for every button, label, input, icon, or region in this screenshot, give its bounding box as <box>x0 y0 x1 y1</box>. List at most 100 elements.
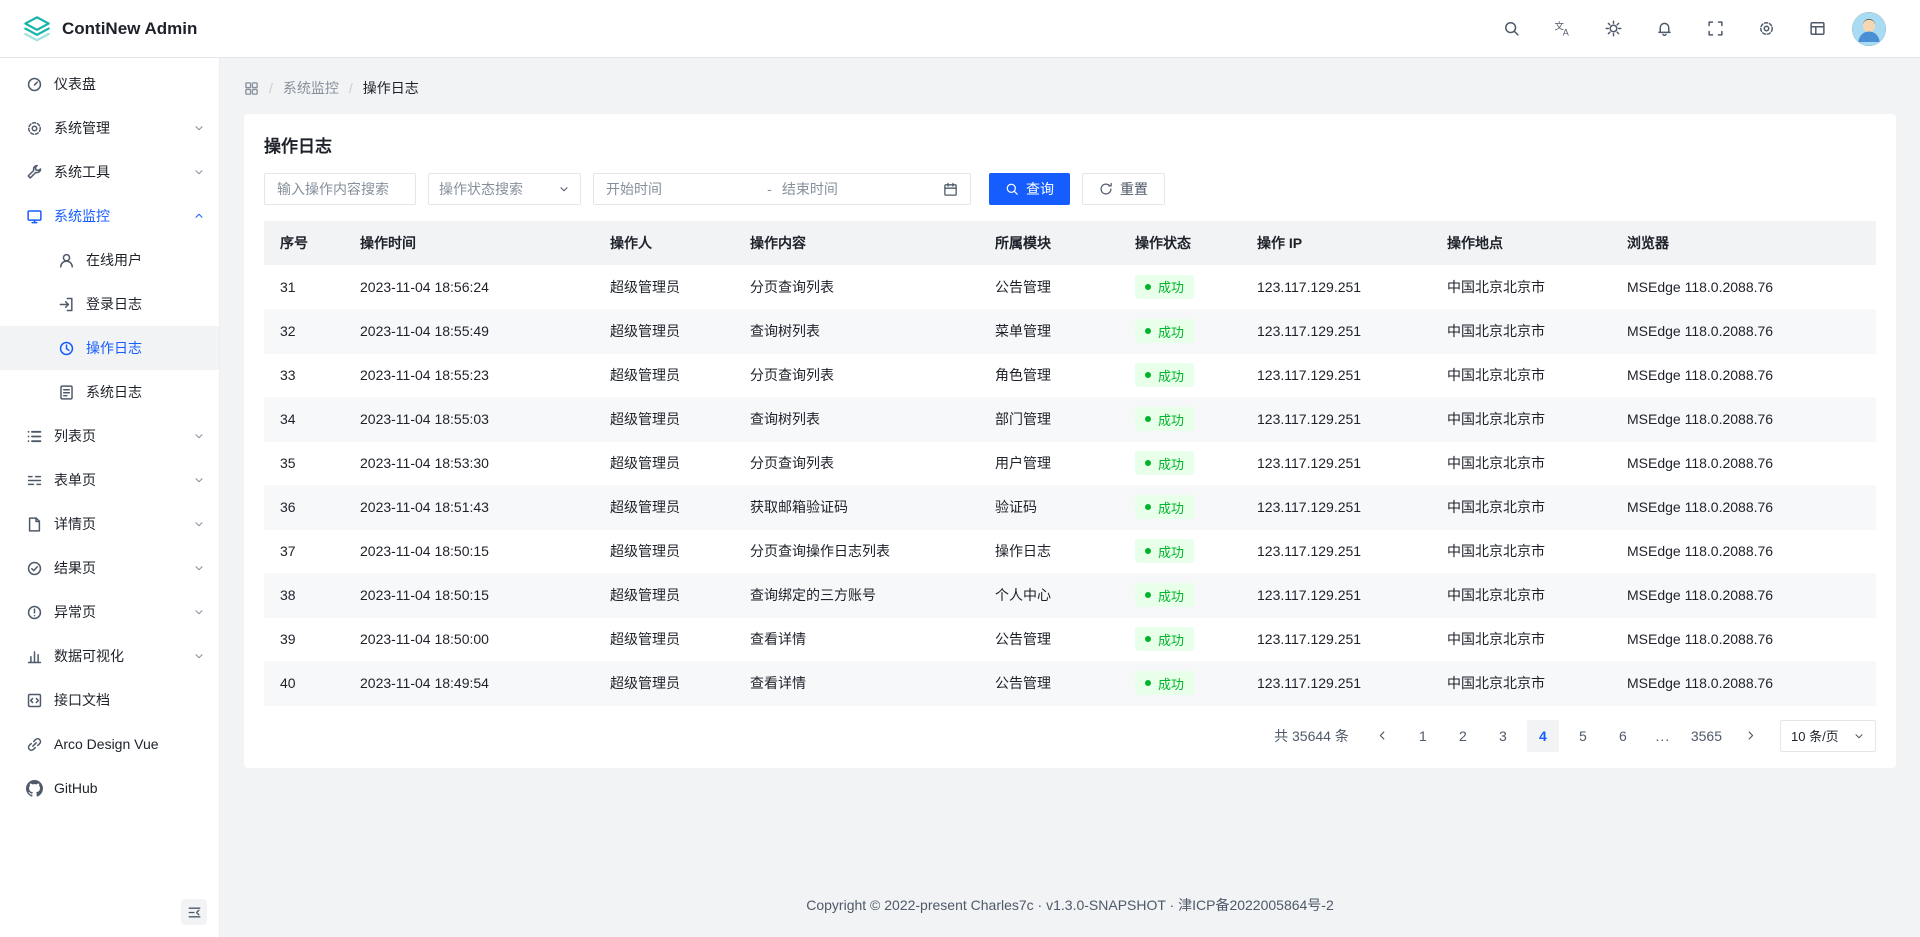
cell: 40 <box>264 661 344 705</box>
header-right: 文A <box>1496 12 1886 46</box>
cell: 查询绑定的三方账号 <box>734 573 979 617</box>
brand[interactable]: ContiNew Admin <box>22 14 197 44</box>
filter-bar: 操作状态搜索 开始时间 - 结束时间 查询 <box>264 173 1876 205</box>
sidebar-item-system-monitor[interactable]: 系统监控 <box>0 194 219 238</box>
gear-icon <box>1758 20 1775 37</box>
sidebar-item-online-users[interactable]: 在线用户 <box>0 238 219 282</box>
detail-icon <box>26 516 43 533</box>
page-button-3[interactable]: 3 <box>1487 720 1519 752</box>
breadcrumb-items: /系统监控/操作日志 <box>269 78 419 98</box>
cell: 32 <box>264 309 344 353</box>
sidebar-item-system-logs[interactable]: 系统日志 <box>0 370 219 414</box>
search-button[interactable] <box>1496 14 1526 44</box>
column-header: 操作时间 <box>344 221 594 265</box>
sidebar-item-label: 操作日志 <box>86 338 205 358</box>
reset-button[interactable]: 重置 <box>1082 173 1165 205</box>
cell: MSEdge 118.0.2088.76 <box>1611 353 1876 397</box>
theme-button[interactable] <box>1598 14 1628 44</box>
sidebar-item-label: Arco Design Vue <box>54 736 205 752</box>
query-button[interactable]: 查询 <box>989 173 1070 205</box>
cell: 2023-11-04 18:53:30 <box>344 441 594 485</box>
fullscreen-button[interactable] <box>1700 14 1730 44</box>
sidebar-item-arco-design-vue[interactable]: Arco Design Vue <box>0 722 219 766</box>
sidebar-item-list-pages[interactable]: 列表页 <box>0 414 219 458</box>
cell: 123.117.129.251 <box>1241 397 1431 441</box>
sidebar-item-dashboard[interactable]: 仪表盘 <box>0 62 219 106</box>
settings-button[interactable] <box>1751 14 1781 44</box>
monitor-icon <box>26 208 43 225</box>
cell: 超级管理员 <box>594 309 734 353</box>
sidebar-item-login-logs[interactable]: 登录日志 <box>0 282 219 326</box>
translate-button[interactable]: 文A <box>1547 14 1577 44</box>
pagination: 共 35644 条 123456...3565 10 条/页 <box>264 720 1876 752</box>
sidebar-item-api-docs[interactable]: 接口文档 <box>0 678 219 722</box>
cell: 123.117.129.251 <box>1241 617 1431 661</box>
operation-log-table: 序号操作时间操作人操作内容所属模块操作状态操作 IP操作地点浏览器 312023… <box>264 221 1876 706</box>
sidebar-item-result-pages[interactable]: 结果页 <box>0 546 219 590</box>
list-icon <box>26 428 43 445</box>
page-button-3565[interactable]: 3565 <box>1687 720 1726 752</box>
cell: 超级管理员 <box>594 485 734 529</box>
column-header: 操作内容 <box>734 221 979 265</box>
layout-button[interactable] <box>1802 14 1832 44</box>
body: 仪表盘系统管理系统工具系统监控在线用户登录日志操作日志系统日志列表页表单页详情页… <box>0 58 1920 937</box>
sidebar-item-data-visualization[interactable]: 数据可视化 <box>0 634 219 678</box>
translate-icon: 文A <box>1554 20 1571 37</box>
prev-page-button[interactable] <box>1367 720 1399 752</box>
date-range-picker[interactable]: 开始时间 - 结束时间 <box>593 173 971 205</box>
spacer <box>220 768 1920 882</box>
table-header-row: 序号操作时间操作人操作内容所属模块操作状态操作 IP操作地点浏览器 <box>264 221 1876 265</box>
status-badge: 成功 <box>1135 583 1194 607</box>
sidebar-item-detail-pages[interactable]: 详情页 <box>0 502 219 546</box>
page-button-2[interactable]: 2 <box>1447 720 1479 752</box>
cell: 部门管理 <box>979 397 1119 441</box>
page-title: 操作日志 <box>264 132 1876 157</box>
page-size-label: 10 条/页 <box>1791 726 1839 745</box>
notifications-button[interactable] <box>1649 14 1679 44</box>
sidebar-item-form-pages[interactable]: 表单页 <box>0 458 219 502</box>
next-page-button[interactable] <box>1734 720 1766 752</box>
chevron-down-icon <box>193 474 205 486</box>
cell: 2023-11-04 18:50:15 <box>344 573 594 617</box>
page-button-6[interactable]: 6 <box>1607 720 1639 752</box>
cell: 35 <box>264 441 344 485</box>
cell-status: 成功 <box>1119 397 1241 441</box>
cell: 验证码 <box>979 485 1119 529</box>
breadcrumb-item[interactable]: 操作日志 <box>363 78 419 98</box>
sidebar-item-label: 系统日志 <box>86 382 205 402</box>
page-button-5[interactable]: 5 <box>1567 720 1599 752</box>
page-size-select[interactable]: 10 条/页 <box>1780 720 1876 752</box>
chevron-down-icon <box>193 562 205 574</box>
page-button-1[interactable]: 1 <box>1407 720 1439 752</box>
avatar[interactable] <box>1852 12 1886 46</box>
sidebar-collapse-button[interactable] <box>181 899 207 925</box>
content-search-input[interactable] <box>264 173 416 205</box>
cell-status: 成功 <box>1119 309 1241 353</box>
search-icon <box>1005 182 1019 196</box>
chevron-down-icon <box>193 430 205 442</box>
sidebar-item-label: 接口文档 <box>54 690 205 710</box>
cell: 36 <box>264 485 344 529</box>
status-select[interactable]: 操作状态搜索 <box>428 173 581 205</box>
chevron-down-icon <box>193 122 205 134</box>
apps-grid-icon[interactable] <box>244 81 259 96</box>
breadcrumb: /系统监控/操作日志 <box>220 58 1920 114</box>
sidebar-item-exception-pages[interactable]: 异常页 <box>0 590 219 634</box>
sidebar-item-system-tools[interactable]: 系统工具 <box>0 150 219 194</box>
cell: 38 <box>264 573 344 617</box>
sidebar-item-github[interactable]: GitHub <box>0 766 219 810</box>
cell: 查看详情 <box>734 661 979 705</box>
status-badge: 成功 <box>1135 671 1194 695</box>
copyright-text: Copyright © 2022-present Charles7c · v1.… <box>806 897 1334 913</box>
status-badge: 成功 <box>1135 539 1194 563</box>
cell: 超级管理员 <box>594 661 734 705</box>
cell: 2023-11-04 18:51:43 <box>344 485 594 529</box>
breadcrumb-item[interactable]: 系统监控 <box>283 78 339 98</box>
page-button-4[interactable]: 4 <box>1527 720 1559 752</box>
cell: MSEdge 118.0.2088.76 <box>1611 661 1876 705</box>
cell: 2023-11-04 18:50:15 <box>344 529 594 573</box>
sidebar-item-operation-logs[interactable]: 操作日志 <box>0 326 219 370</box>
sidebar-item-label: 仪表盘 <box>54 74 205 94</box>
page-ellipsis: ... <box>1647 720 1679 752</box>
sidebar-item-system-management[interactable]: 系统管理 <box>0 106 219 150</box>
